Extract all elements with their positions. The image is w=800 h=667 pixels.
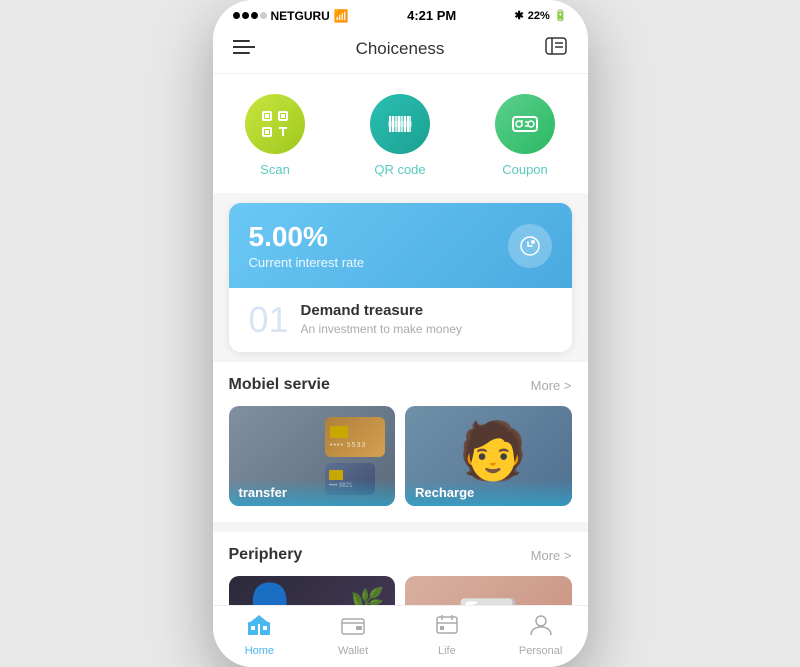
wallet-icon xyxy=(341,614,365,642)
phone-frame: NETGURU 📶 4:21 PM ✱ 22% 🔋 Choiceness xyxy=(213,0,588,667)
interest-subtitle: An investment to make money xyxy=(301,322,462,336)
periphery-grid: 👤 🌿 👨‍👩‍👧 xyxy=(229,576,572,605)
battery-icon: 🔋 xyxy=(554,9,568,22)
main-content: Scan QR code xyxy=(213,74,588,605)
scan-label: Scan xyxy=(260,162,290,177)
qr-icon-circle xyxy=(370,94,430,154)
qr-action[interactable]: QR code xyxy=(370,94,430,177)
personal-icon xyxy=(529,614,553,642)
nav-life[interactable]: Life xyxy=(417,614,477,657)
battery-label: 22% xyxy=(528,10,550,22)
transfer-card[interactable]: •••• 5533 •••• 8821 transfer xyxy=(229,406,396,506)
mobile-service-header: Mobiel servie More > xyxy=(229,376,572,394)
periphery-card-1[interactable]: 👤 🌿 xyxy=(229,576,396,605)
periphery1-bg: 👤 🌿 xyxy=(229,576,396,605)
coupon-nav-icon[interactable] xyxy=(545,35,567,63)
periphery-header: Periphery More > xyxy=(229,546,572,564)
nav-home[interactable]: Home xyxy=(229,614,289,657)
coupon-label: Coupon xyxy=(502,162,548,177)
periphery-card-2[interactable]: 👨‍👩‍👧 xyxy=(405,576,572,605)
periphery-more[interactable]: More > xyxy=(531,548,572,563)
scan-icon-circle xyxy=(245,94,305,154)
home-icon xyxy=(247,614,271,642)
qr-label: QR code xyxy=(374,162,425,177)
interest-card: 5.00% Current interest rate 01 Demand tr… xyxy=(229,203,572,352)
interest-desc: Demand treasure An investment to make mo… xyxy=(301,302,462,336)
nav-personal[interactable]: Personal xyxy=(511,614,571,657)
status-right: ✱ 22% 🔋 xyxy=(515,9,568,22)
bottom-nav: Home Wallet Life xyxy=(213,605,588,667)
life-label: Life xyxy=(438,645,456,657)
signal-dots xyxy=(233,12,267,19)
personal-label: Personal xyxy=(519,645,562,657)
interest-title: Demand treasure xyxy=(301,302,462,319)
periphery-section: Periphery More > 👤 🌿 👨‍👩‍👧 xyxy=(213,532,588,605)
interest-info: 5.00% Current interest rate xyxy=(249,221,365,270)
wallet-label: Wallet xyxy=(338,645,368,657)
dot3 xyxy=(251,12,258,19)
dot1 xyxy=(233,12,240,19)
transfer-label: transfer xyxy=(229,479,396,506)
interest-number: 01 xyxy=(249,302,289,338)
quick-actions: Scan QR code xyxy=(213,74,588,193)
nav-bar: Choiceness xyxy=(213,27,588,74)
interest-button[interactable] xyxy=(508,224,552,268)
coupon-action[interactable]: Coupon xyxy=(495,94,555,177)
bluetooth-icon: ✱ xyxy=(515,9,524,22)
home-label: Home xyxy=(245,645,274,657)
interest-bottom: 01 Demand treasure An investment to make… xyxy=(229,288,572,352)
periphery2-bg: 👨‍👩‍👧 xyxy=(405,576,572,605)
recharge-label: Recharge xyxy=(405,479,572,506)
mobile-service-more[interactable]: More > xyxy=(531,378,572,393)
dot2 xyxy=(242,12,249,19)
interest-label: Current interest rate xyxy=(249,255,365,270)
status-left: NETGURU 📶 xyxy=(233,9,349,23)
mobile-service-section: Mobiel servie More > •••• 5533 xyxy=(213,362,588,522)
mobile-service-title: Mobiel servie xyxy=(229,376,330,394)
coupon-icon-circle xyxy=(495,94,555,154)
nav-wallet[interactable]: Wallet xyxy=(323,614,383,657)
recharge-card[interactable]: 🧑 Recharge xyxy=(405,406,572,506)
status-bar: NETGURU 📶 4:21 PM ✱ 22% 🔋 xyxy=(213,0,588,27)
interest-rate: 5.00% xyxy=(249,221,365,253)
interest-top: 5.00% Current interest rate xyxy=(229,203,572,288)
scan-action[interactable]: Scan xyxy=(245,94,305,177)
life-icon xyxy=(435,614,459,642)
app-title: Choiceness xyxy=(356,39,445,59)
status-time: 4:21 PM xyxy=(407,8,456,23)
dot4 xyxy=(260,12,267,19)
periphery-title: Periphery xyxy=(229,546,303,564)
carrier-label: NETGURU xyxy=(271,9,330,23)
menu-icon[interactable] xyxy=(233,38,255,61)
mobile-service-grid: •••• 5533 •••• 8821 transfer 🧑 xyxy=(229,406,572,506)
wifi-icon: 📶 xyxy=(334,9,349,23)
